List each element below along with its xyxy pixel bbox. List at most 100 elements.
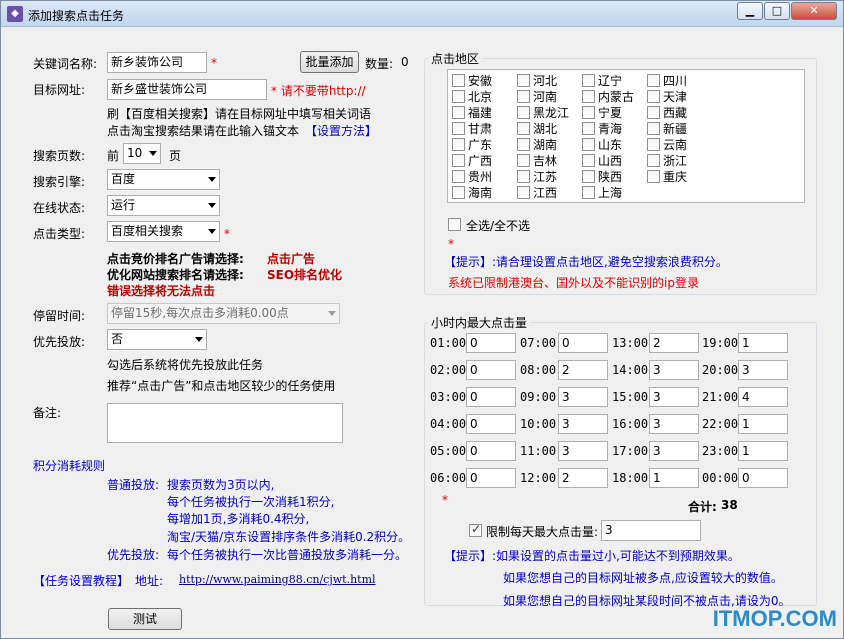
hour-max-clicks-input[interactable]: 0 — [466, 414, 516, 434]
region-checkbox[interactable] — [582, 154, 595, 167]
priority-tip-1: 勾选后系统将优先投放此任务 — [107, 358, 264, 372]
hour-max-clicks-input[interactable]: 3 — [738, 360, 788, 380]
hour-max-clicks-input[interactable]: 2 — [558, 468, 608, 488]
priority-select[interactable]: 否 — [107, 329, 207, 350]
region-checkbox[interactable] — [582, 106, 595, 119]
hour-label: 19:00 — [702, 336, 739, 350]
title-bar: ◆ 添加搜索点击任务 ▁ □ ✕ — [1, 1, 843, 27]
region-label: 贵州 — [468, 170, 493, 184]
region-checkbox[interactable] — [582, 90, 595, 103]
hour-max-clicks-input[interactable]: 2 — [558, 360, 608, 380]
region-checkbox[interactable] — [517, 74, 530, 87]
region-checkbox[interactable] — [582, 122, 595, 135]
region-checkbox[interactable] — [452, 122, 465, 135]
click-type-select[interactable]: 百度相关搜索 — [107, 221, 220, 242]
hour-max-clicks-input[interactable]: 0 — [466, 333, 516, 353]
search-engine-select[interactable]: 百度 — [107, 169, 220, 190]
daily-limit-checkbox[interactable] — [469, 522, 482, 537]
region-checkbox[interactable] — [517, 170, 530, 183]
hour-max-clicks-input[interactable]: 0 — [466, 360, 516, 380]
daily-limit-input[interactable]: 3 — [601, 520, 701, 541]
hour-max-clicks-input[interactable]: 3 — [649, 414, 699, 434]
batch-add-button[interactable]: 批量添加 — [300, 51, 359, 73]
rule-normal-line-2: 每个任务被执行一次消耗1积分, — [167, 495, 335, 509]
region-checkbox[interactable] — [452, 90, 465, 103]
hour-max-clicks-input[interactable]: 3 — [558, 414, 608, 434]
region-checkbox[interactable] — [452, 186, 465, 199]
region-checkbox[interactable] — [647, 122, 660, 135]
region-checkbox[interactable] — [517, 186, 530, 199]
hour-max-clicks-input[interactable]: 1 — [649, 468, 699, 488]
stay-time-label: 停留时间: — [33, 309, 86, 323]
region-checkbox[interactable] — [517, 106, 530, 119]
hour-max-clicks-input[interactable]: 3 — [558, 387, 608, 407]
rule-priority-label: 优先投放: — [107, 548, 160, 562]
region-checkbox[interactable] — [647, 170, 660, 183]
remark-textarea[interactable] — [107, 403, 343, 443]
region-checkbox[interactable] — [582, 138, 595, 151]
close-button[interactable]: ✕ — [791, 2, 837, 20]
select-all-checkbox[interactable] — [448, 218, 461, 231]
keyword-input[interactable]: 新乡装饰公司 — [107, 52, 207, 73]
hour-max-clicks-input[interactable]: 1 — [738, 441, 788, 461]
region-label: 山东 — [598, 138, 623, 152]
tutorial-label[interactable]: 【任务设置教程】 — [33, 572, 129, 589]
region-checkbox[interactable] — [517, 138, 530, 151]
region-checkbox[interactable] — [647, 74, 660, 87]
hour-max-clicks-input[interactable]: 1 — [738, 333, 788, 353]
region-checkbox[interactable] — [517, 122, 530, 135]
hour-max-clicks-input[interactable]: 4 — [738, 387, 788, 407]
region-checkbox[interactable] — [452, 74, 465, 87]
region-checkbox[interactable] — [582, 186, 595, 199]
minimize-button[interactable]: ▁ — [737, 2, 763, 20]
hour-max-clicks-input[interactable]: 0 — [466, 387, 516, 407]
search-engine-label: 搜索引擎: — [33, 175, 86, 189]
hour-max-clicks-input[interactable]: 0 — [738, 468, 788, 488]
hour-label: 11:00 — [520, 444, 557, 458]
region-required-mark: * — [448, 237, 454, 251]
region-checkbox[interactable] — [517, 90, 530, 103]
region-label: 西藏 — [663, 106, 688, 120]
region-checkbox[interactable] — [452, 154, 465, 167]
hour-max-clicks-input[interactable]: 0 — [558, 333, 608, 353]
daily-limit-label: 限制每天最大点击量: — [486, 525, 599, 539]
target-url-input[interactable]: 新乡盛世装饰公司 — [107, 79, 267, 100]
hour-label: 08:00 — [520, 363, 557, 377]
region-checkbox[interactable] — [582, 170, 595, 183]
hour-max-clicks-input[interactable]: 2 — [649, 333, 699, 353]
region-checkbox[interactable] — [647, 154, 660, 167]
window-title: 添加搜索点击任务 — [28, 9, 125, 23]
hour-max-clicks-input[interactable]: 3 — [649, 360, 699, 380]
region-checkbox[interactable] — [517, 154, 530, 167]
priority-label: 优先投放: — [33, 335, 86, 349]
hour-max-clicks-input[interactable]: 0 — [466, 468, 516, 488]
region-checkbox[interactable] — [452, 170, 465, 183]
region-label: 江西 — [533, 186, 558, 200]
region-checkbox[interactable] — [647, 138, 660, 151]
region-checkbox[interactable] — [647, 90, 660, 103]
maximize-button[interactable]: □ — [764, 2, 790, 20]
tutorial-url-link[interactable]: http://www.paiming88.cn/cjwt.html — [179, 573, 376, 586]
region-checkbox[interactable] — [452, 138, 465, 151]
rules-title: 积分消耗规则 — [33, 459, 106, 473]
hour-max-clicks-input[interactable]: 3 — [649, 387, 699, 407]
total-value: 38 — [721, 498, 738, 512]
region-label: 天津 — [663, 90, 688, 104]
target-url-label: 目标网址: — [33, 83, 86, 97]
hour-max-clicks-input[interactable]: 3 — [649, 441, 699, 461]
region-label: 上海 — [598, 186, 623, 200]
region-checkbox[interactable] — [452, 106, 465, 119]
hour-max-clicks-input[interactable]: 0 — [466, 441, 516, 461]
test-button[interactable]: 测试 — [108, 608, 182, 630]
online-status-select[interactable]: 运行 — [107, 195, 220, 216]
setup-method-link[interactable]: 【设置方法】 — [305, 122, 377, 139]
search-pages-prefix: 前 — [107, 149, 120, 163]
hour-max-clicks-input[interactable]: 3 — [558, 441, 608, 461]
hour-max-clicks-input[interactable]: 1 — [738, 414, 788, 434]
stay-time-select[interactable]: 停留15秒,每次点击多消耗0.00点 — [107, 303, 340, 324]
search-pages-select[interactable]: 10 — [123, 143, 161, 164]
dialog-window: ◆ 添加搜索点击任务 ▁ □ ✕ 关键词名称: 新乡装饰公司 * 批量添加 数量… — [0, 0, 844, 639]
online-status-value: 运行 — [111, 198, 136, 212]
region-checkbox[interactable] — [582, 74, 595, 87]
region-checkbox[interactable] — [647, 106, 660, 119]
